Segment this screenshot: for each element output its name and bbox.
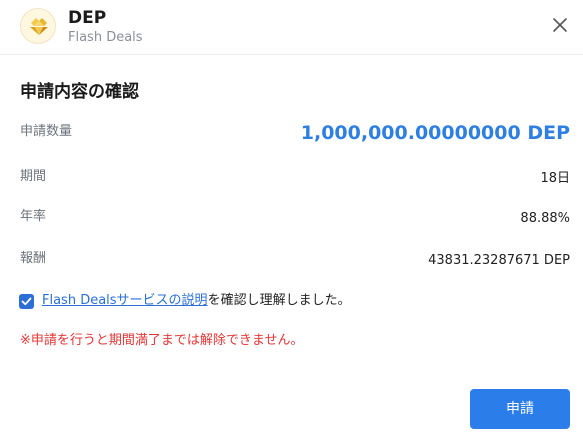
confirm-dialog: DEP Flash Deals 申請内容の確認 申請数量 1,000,000.0… xyxy=(0,0,583,441)
check-icon xyxy=(21,297,32,306)
agreement-text: Flash Dealsサービスの説明を確認し理解しました。 xyxy=(42,292,351,310)
row-label-reward: 報酬 xyxy=(20,251,47,266)
section-title: 申請内容の確認 xyxy=(20,82,139,102)
token-name: DEP xyxy=(68,8,107,28)
submit-button[interactable]: 申請 xyxy=(470,389,570,429)
close-icon[interactable] xyxy=(549,14,571,36)
dep-logo-icon xyxy=(20,8,56,44)
agreement-suffix: を確認し理解しました。 xyxy=(207,293,351,308)
row-label-period: 期間 xyxy=(20,169,47,184)
row-value-amount: 1,000,000.00000000 DEP xyxy=(300,122,570,144)
token-subtitle: Flash Deals xyxy=(68,30,143,45)
agree-checkbox[interactable] xyxy=(19,294,34,309)
service-description-link[interactable]: Flash Dealsサービスの説明 xyxy=(42,293,208,308)
row-value-reward: 43831.23287671 DEP xyxy=(428,253,570,268)
row-label-apr: 年率 xyxy=(20,209,47,224)
row-value-period: 18日 xyxy=(540,171,570,186)
row-label-amount: 申請数量 xyxy=(20,124,73,139)
dialog-header: DEP Flash Deals xyxy=(0,0,583,55)
row-value-apr: 88.88% xyxy=(520,211,570,226)
warning-text: ※申請を行うと期間満了までは解除できません。 xyxy=(20,333,304,348)
